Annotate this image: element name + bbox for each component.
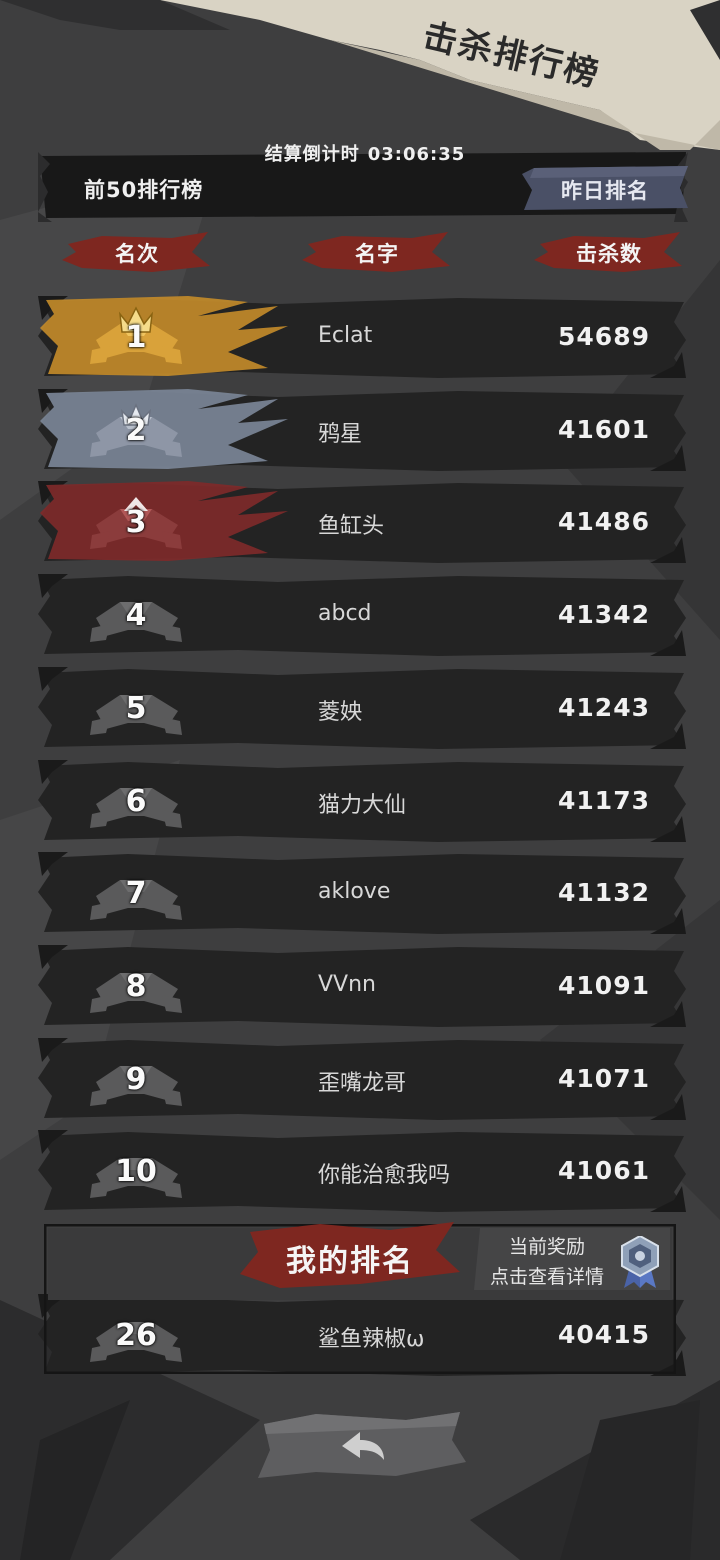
title-banner bbox=[0, 0, 720, 150]
kill-count: 41601 bbox=[558, 414, 650, 444]
player-name: 鱼缸头 bbox=[318, 514, 385, 540]
rank-number: 8 bbox=[125, 968, 147, 1004]
countdown-time: 03:06:35 bbox=[367, 144, 466, 165]
current-reward-button[interactable]: 当前奖励 点击查看详情 bbox=[474, 1228, 670, 1290]
player-name: 菱姎 bbox=[318, 699, 363, 725]
player-name: VVnn bbox=[318, 971, 376, 997]
rank-number: 7 bbox=[125, 876, 147, 912]
yesterday-ranking-button[interactable]: 昨日排名 bbox=[520, 166, 690, 210]
column-header-name: 名字 bbox=[302, 232, 452, 272]
player-name: 歪嘴龙哥 bbox=[318, 1070, 407, 1096]
player-name: 鸦星 bbox=[318, 421, 363, 447]
ranking-row[interactable]: 6 猫力大仙 41173 bbox=[38, 759, 686, 842]
rank-number: 1 bbox=[125, 320, 147, 355]
column-header-kills: 击杀数 bbox=[534, 232, 684, 272]
player-name: 你能治愈我吗 bbox=[318, 1163, 451, 1189]
back-button[interactable] bbox=[256, 1410, 466, 1480]
player-name: abcd bbox=[318, 601, 372, 627]
ranking-row[interactable]: 1 Eclat 54689 bbox=[38, 296, 686, 378]
ranking-row[interactable]: 8 VVnn 41091 bbox=[38, 944, 686, 1027]
yesterday-ranking-label: 昨日排名 bbox=[561, 179, 649, 203]
ranking-row[interactable]: 9 歪嘴龙哥 41071 bbox=[38, 1037, 686, 1120]
kill-count: 41486 bbox=[558, 507, 650, 537]
top50-label: 前50排行榜 bbox=[84, 178, 204, 202]
rank-number: 10 bbox=[115, 1154, 157, 1190]
reward-label: 当前奖励 bbox=[508, 1236, 585, 1258]
ranking-row[interactable]: 10 你能治愈我吗 41061 bbox=[38, 1130, 686, 1213]
rank-number: 9 bbox=[125, 1061, 147, 1097]
rank-number: 2 bbox=[125, 412, 147, 448]
column-header-rank: 名次 bbox=[62, 232, 212, 272]
rank-number: 4 bbox=[125, 598, 147, 634]
reward-details-link: 点击查看详情 bbox=[489, 1266, 604, 1288]
kill-count: 41061 bbox=[558, 1156, 650, 1186]
ranking-row[interactable]: 5 菱姎 41243 bbox=[38, 666, 686, 749]
settlement-countdown: 结算倒计时 03:06:35 bbox=[0, 140, 720, 166]
kill-count: 41071 bbox=[558, 1063, 650, 1093]
ranking-row[interactable]: 3 鱼缸头 41486 bbox=[38, 481, 686, 564]
rank-number: 6 bbox=[125, 783, 147, 819]
rank-number: 3 bbox=[125, 505, 147, 541]
kill-count: 41091 bbox=[558, 970, 650, 1000]
rank-medal-icon bbox=[621, 1236, 659, 1288]
kill-count: 54689 bbox=[558, 322, 650, 351]
kill-count: 41132 bbox=[558, 878, 650, 908]
ranking-row[interactable]: 4 abcd 41342 bbox=[38, 574, 686, 657]
player-name: Eclat bbox=[318, 323, 373, 348]
kill-count: 41342 bbox=[558, 600, 650, 630]
player-name: aklove bbox=[318, 879, 391, 905]
kill-count: 41173 bbox=[558, 785, 650, 815]
ranking-row[interactable]: 7 aklove 41132 bbox=[38, 852, 686, 935]
kill-count: 41243 bbox=[558, 692, 650, 722]
my-rank-title: 我的排名 bbox=[240, 1222, 460, 1288]
ranking-row[interactable]: 2 鸦星 41601 bbox=[38, 388, 686, 471]
player-name: 猫力大仙 bbox=[318, 792, 407, 818]
countdown-label: 结算倒计时 bbox=[264, 144, 360, 165]
rank-number: 5 bbox=[125, 690, 147, 726]
